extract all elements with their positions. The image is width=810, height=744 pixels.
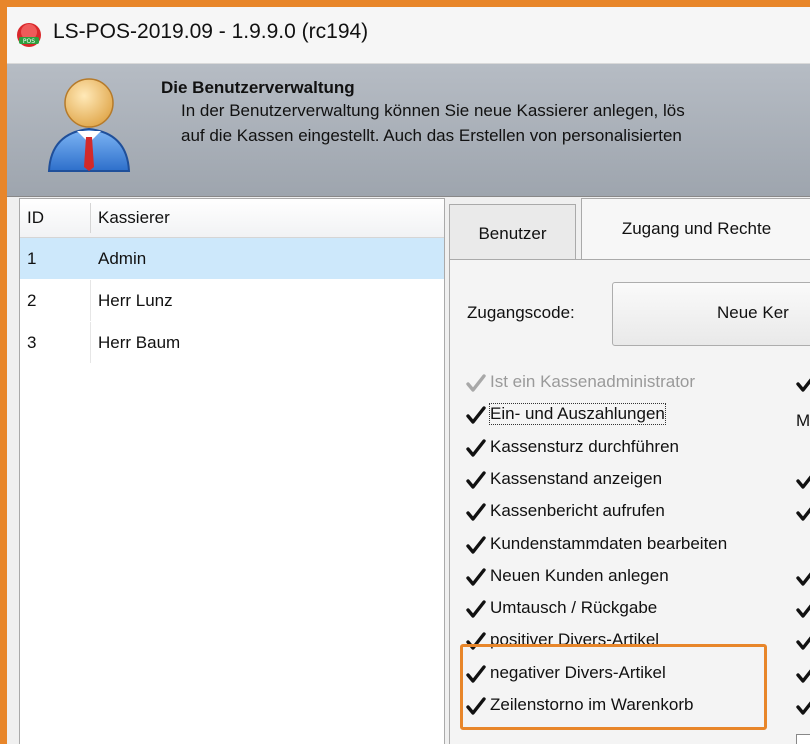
checkmark-icon [466, 568, 486, 586]
list-header: ID Kassierer [20, 199, 444, 238]
table-row[interactable]: 2 Herr Lunz [20, 280, 444, 321]
cell-id: 3 [27, 333, 37, 352]
truncated-label: M [796, 411, 810, 430]
checkmark-icon[interactable] [796, 600, 810, 620]
column-header-cashier[interactable]: Kassierer [98, 199, 170, 237]
title-bar: POS LS-POS-2019.09 - 1.9.9.0 (rc194) [7, 7, 810, 64]
user-avatar-icon [47, 78, 131, 172]
checkmark-icon [466, 406, 486, 424]
new-access-code-button[interactable]: Neue Ker [612, 282, 810, 346]
permission-label: Kassenbericht aufrufen [490, 501, 665, 521]
column-separator[interactable] [90, 203, 91, 233]
banner-title: Die Benutzerverwaltung [161, 78, 355, 97]
checkmark-icon[interactable] [796, 471, 810, 491]
permission-label: Kundenstammdaten bearbeiten [490, 533, 728, 553]
column-header-id[interactable]: ID [27, 199, 44, 237]
permission-label: Ist ein Kassenadministrator [490, 372, 696, 391]
cell-cashier-name: Admin [98, 249, 147, 268]
checkmark-icon [466, 503, 486, 521]
app-logo-icon: POS [17, 23, 41, 47]
table-row[interactable]: 3 Herr Baum [20, 322, 444, 363]
svg-text:POS: POS [23, 38, 35, 45]
checkmark-icon[interactable] [796, 665, 810, 685]
new-access-code-button-label: Neue Ker [717, 303, 789, 322]
banner-description-line: In der Benutzerverwaltung können Sie neu… [181, 101, 685, 120]
cell-cashier-name: Herr Lunz [98, 291, 173, 310]
row-column-separator [90, 322, 91, 363]
cashier-list[interactable]: ID Kassierer 1 Admin 2 Herr Lunz 3 Herr … [19, 198, 445, 744]
cell-id: 1 [27, 249, 37, 268]
cell-cashier-name: Herr Baum [98, 333, 181, 352]
checkmark-icon[interactable] [796, 632, 810, 652]
row-column-separator [90, 280, 91, 321]
checkmark-icon[interactable] [796, 503, 810, 523]
banner-description-line: auf die Kassen eingestellt. Auch das Ers… [181, 126, 682, 145]
checkmark-icon[interactable] [796, 568, 810, 588]
annotation-highlight-box [460, 644, 767, 730]
checkmark-icon [466, 600, 486, 618]
checkmark-icon[interactable] [796, 374, 810, 394]
checkmark-icon[interactable] [796, 697, 810, 717]
permission-label: Umtausch / Rückgabe [490, 598, 658, 618]
table-row[interactable]: 1 Admin [20, 238, 444, 279]
cell-id: 2 [27, 291, 37, 310]
access-code-label: Zugangscode: [467, 303, 575, 322]
permission-label: Ein- und Auszahlungen [489, 403, 666, 426]
checkmark-icon [466, 438, 486, 457]
checkmark-icon [466, 471, 486, 489]
info-banner: Die Benutzerverwaltung In der Benutzerve… [7, 64, 810, 197]
window-title: LS-POS-2019.09 - 1.9.9.0 (rc194) [53, 20, 369, 43]
permission-label: Kassenstand anzeigen [490, 468, 663, 488]
tab-benutzer[interactable]: Benutzer [449, 204, 576, 260]
permission-label: Kassensturz durchführen [490, 436, 679, 456]
tab-zugang-und-rechte[interactable]: Zugang und Rechte [581, 198, 810, 259]
checkmark-icon [466, 535, 486, 554]
application-window: POS LS-POS-2019.09 - 1.9.9.0 (rc194) Die… [7, 7, 810, 744]
checkmark-icon [466, 374, 486, 392]
permission-label: Neuen Kunden anlegen [490, 565, 669, 585]
checkbox-unchecked[interactable] [796, 734, 810, 744]
